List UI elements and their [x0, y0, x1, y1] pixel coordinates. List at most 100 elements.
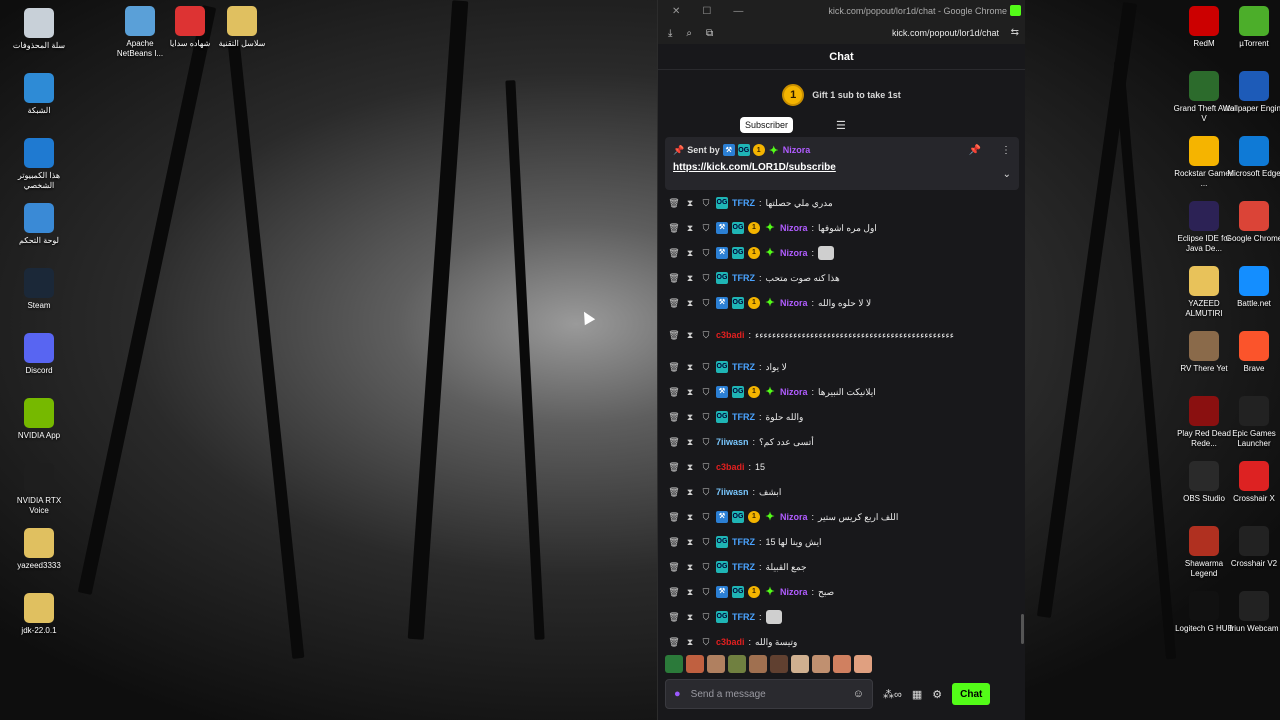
desktop-shortcut[interactable]: Wallpaper Engine	[1222, 71, 1280, 114]
desktop-shortcut[interactable]: Google Chrome	[1222, 201, 1280, 244]
ban-icon[interactable]: ⛉	[700, 360, 712, 374]
desktop-shortcut[interactable]: yazeed3333	[7, 528, 71, 571]
chat-message[interactable]: 🗑 ⧗ ⛉ OG TFRZ: مدري ملي حصلتها	[668, 190, 1018, 215]
delete-message-icon[interactable]: 🗑	[668, 360, 680, 374]
desktop-shortcut[interactable]: Discord	[7, 333, 71, 376]
desktop-shortcut[interactable]: الشبكة	[7, 73, 71, 116]
timeout-icon[interactable]: ⧗	[684, 196, 696, 210]
ban-icon[interactable]: ⛉	[700, 246, 712, 260]
emote[interactable]	[749, 655, 767, 673]
delete-message-icon[interactable]: 🗑	[668, 460, 680, 474]
chat-username[interactable]: TFRZ	[732, 271, 755, 285]
timeout-icon[interactable]: ⧗	[684, 296, 696, 310]
chat-username[interactable]: TFRZ	[732, 196, 755, 210]
delete-message-icon[interactable]: 🗑	[668, 410, 680, 424]
chat-username[interactable]: TFRZ	[732, 410, 755, 424]
chat-username[interactable]: Nizora	[780, 221, 808, 235]
chat-message[interactable]: 🗑 ⧗ ⛉ OG TFRZ: ايش وينا لها 15	[668, 529, 1018, 554]
ban-icon[interactable]: ⛉	[700, 510, 712, 524]
chevron-down-icon[interactable]: ⌄	[1003, 169, 1011, 180]
gift-sub-banner[interactable]: 1 Gift 1 sub to take 1st	[658, 78, 1025, 112]
delete-message-icon[interactable]: 🗑	[668, 560, 680, 574]
emote[interactable]	[770, 655, 788, 673]
chat-message[interactable]: 🗑 ⧗ ⛉ OG TFRZ: هذا كنه صوت متحب	[668, 265, 1018, 290]
chat-message[interactable]: 🗑 ⧗ ⛉ OG TFRZ: لا يواد	[668, 354, 1018, 379]
delete-message-icon[interactable]: 🗑	[668, 246, 680, 260]
ban-icon[interactable]: ⛉	[700, 635, 712, 649]
chat-message[interactable]: 🗑 ⧗ ⛉ 7iiwasn: أتسى عدد كم؟	[668, 429, 1018, 454]
chat-message[interactable]: 🗑 ⧗ ⛉ ⚒ OG 1 ✦ Nizora: ايلانيكت النبيرها	[668, 379, 1018, 404]
chat-message[interactable]: 🗑 ⧗ ⛉ ⚒ OG 1 ✦ Nizora: اول مره اشوفها	[668, 215, 1018, 240]
minimize-icon[interactable]: —	[733, 6, 743, 17]
emote[interactable]	[707, 655, 725, 673]
chat-username[interactable]: TFRZ	[732, 610, 755, 624]
scrollbar-thumb[interactable]	[1021, 614, 1024, 644]
chat-message[interactable]: 🗑 ⧗ ⛉ ⚒ OG 1 ✦ Nizora:	[668, 240, 1018, 265]
ban-icon[interactable]: ⛉	[700, 435, 712, 449]
delete-message-icon[interactable]: 🗑	[668, 328, 680, 342]
timeout-icon[interactable]: ⧗	[684, 610, 696, 624]
download-icon[interactable]: ⤓	[668, 28, 672, 39]
chat-message[interactable]: 🗑 ⧗ ⛉ c3badi: ءءءءءءءءءءءءءءءءءءءءءءءءءءءءءء…	[668, 315, 1018, 354]
delete-message-icon[interactable]: 🗑	[668, 510, 680, 524]
chat-username[interactable]: Nizora	[780, 585, 808, 599]
chat-username[interactable]: Nizora	[780, 246, 808, 260]
ban-icon[interactable]: ⛉	[700, 410, 712, 424]
chat-message[interactable]: 🗑 ⧗ ⛉ ⚒ OG 1 ✦ Nizora: صبح	[668, 579, 1018, 604]
close-icon[interactable]: ✕	[672, 6, 680, 17]
chat-emote[interactable]	[765, 609, 782, 624]
ban-icon[interactable]: ⛉	[700, 196, 712, 210]
chat-username[interactable]: c3badi	[716, 460, 745, 474]
store-icon[interactable]: ▦	[912, 688, 922, 701]
timeout-icon[interactable]: ⧗	[684, 560, 696, 574]
desktop-shortcut[interactable]: Crosshair X	[1222, 461, 1280, 504]
chat-message[interactable]: 🗑 ⧗ ⛉ c3badi: وتيسة والله	[668, 629, 1018, 648]
ban-icon[interactable]: ⛉	[700, 485, 712, 499]
timeout-icon[interactable]: ⧗	[684, 460, 696, 474]
timeout-icon[interactable]: ⧗	[684, 271, 696, 285]
ban-icon[interactable]: ⛉	[700, 585, 712, 599]
desktop-shortcut[interactable]: Steam	[7, 268, 71, 311]
emote[interactable]	[665, 655, 683, 673]
timeout-icon[interactable]: ⧗	[684, 360, 696, 374]
url-text[interactable]: kick.com/popout/lor1d/chat	[892, 28, 999, 38]
chat-username[interactable]: Nizora	[780, 296, 808, 310]
timeout-icon[interactable]: ⧗	[684, 485, 696, 499]
delete-message-icon[interactable]: 🗑	[668, 435, 680, 449]
emote[interactable]	[812, 655, 830, 673]
desktop-shortcut[interactable]: Crosshair V2	[1222, 526, 1280, 569]
timeout-icon[interactable]: ⧗	[684, 510, 696, 524]
emoji-icon[interactable]: ☺	[853, 688, 864, 700]
timeout-icon[interactable]: ⧗	[684, 535, 696, 549]
desktop-shortcut[interactable]: هذا الكمبيوتر الشخصي	[7, 138, 71, 191]
delete-message-icon[interactable]: 🗑	[668, 221, 680, 235]
timeout-icon[interactable]: ⧗	[684, 435, 696, 449]
chat-message[interactable]: 🗑 ⧗ ⛉ ⚒ OG 1 ✦ Nizora: اللف اربع كريس ستير	[668, 504, 1018, 529]
chat-message[interactable]: 🗑 ⧗ ⛉ ⚒ OG 1 ✦ Nizora: لا لا حلوه والله	[668, 290, 1018, 315]
ban-icon[interactable]: ⛉	[700, 560, 712, 574]
timeout-icon[interactable]: ⧗	[684, 635, 696, 649]
ban-icon[interactable]: ⛉	[700, 610, 712, 624]
desktop-shortcut[interactable]: NVIDIA App	[7, 398, 71, 441]
ban-icon[interactable]: ⛉	[700, 535, 712, 549]
delete-message-icon[interactable]: 🗑	[668, 585, 680, 599]
send-message-input[interactable]: ● Send a message ☺	[665, 679, 873, 709]
chat-username[interactable]: c3badi	[716, 328, 745, 342]
chat-emote[interactable]	[818, 245, 835, 260]
emote[interactable]	[833, 655, 851, 673]
filter-icon[interactable]: ☰	[836, 119, 846, 132]
timeout-icon[interactable]: ⧗	[684, 410, 696, 424]
chat-message[interactable]: 🗑 ⧗ ⛉ OG TFRZ: جمع القبيلة	[668, 554, 1018, 579]
pinned-username[interactable]: Nizora	[783, 145, 811, 155]
unpin-icon[interactable]: 📌	[969, 145, 981, 156]
desktop-shortcut[interactable]: سلاسل التقنية	[210, 6, 274, 49]
chat-username[interactable]: 7iiwasn	[716, 435, 749, 449]
chat-username[interactable]: TFRZ	[732, 560, 755, 574]
more-options-icon[interactable]: ⋮	[1001, 145, 1011, 156]
chat-username[interactable]: Nizora	[780, 385, 808, 399]
microphone-icon[interactable]: ●	[674, 688, 681, 700]
desktop-shortcut[interactable]: NVIDIA RTX Voice	[7, 463, 71, 516]
desktop-shortcut[interactable]: µTorrent	[1222, 6, 1280, 49]
ban-icon[interactable]: ⛉	[700, 460, 712, 474]
delete-message-icon[interactable]: 🗑	[668, 635, 680, 649]
